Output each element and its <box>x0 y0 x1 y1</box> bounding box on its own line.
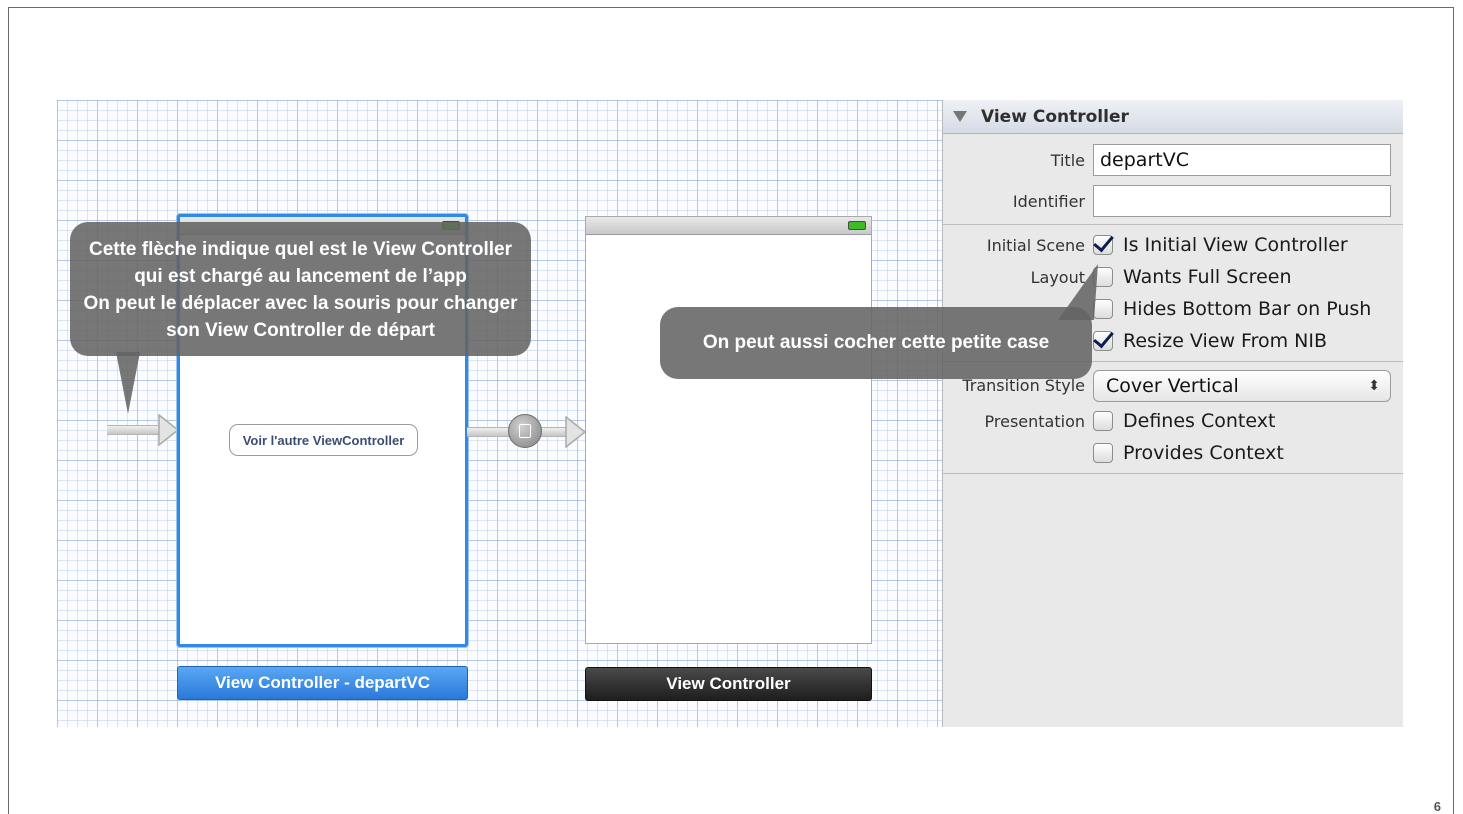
callout-tail-1 <box>116 352 140 414</box>
title-label: Title <box>1050 151 1085 170</box>
hides-bottom-bar-label[interactable]: Hides Bottom Bar on Push <box>1123 298 1371 320</box>
status-bar <box>586 217 871 235</box>
defines-context-label[interactable]: Defines Context <box>1123 410 1275 432</box>
scene-view-controller[interactable] <box>585 216 872 644</box>
presentation-label: Presentation <box>984 412 1085 431</box>
resize-from-nib-row[interactable]: Resize View From NIB <box>1093 330 1327 352</box>
resize-from-nib-label[interactable]: Resize View From NIB <box>1123 330 1327 352</box>
provides-context-label[interactable]: Provides Context <box>1123 442 1284 464</box>
is-initial-label[interactable]: Is Initial View Controller <box>1123 234 1348 256</box>
segue-icon[interactable] <box>508 414 542 448</box>
wants-full-screen-row[interactable]: Wants Full Screen <box>1093 266 1292 288</box>
provides-context-row[interactable]: Provides Context <box>1093 442 1284 464</box>
attributes-inspector: View Controller Title departVC Identifie… <box>942 100 1403 727</box>
segue-arrow-head-icon <box>565 416 587 448</box>
scene-label-departvc[interactable]: View Controller - departVC <box>177 666 468 700</box>
callout-line: qui est chargé au lancement de l’app <box>134 266 467 287</box>
disclosure-triangle-icon[interactable] <box>953 111 967 122</box>
initial-view-controller-arrow[interactable] <box>107 425 162 435</box>
provides-context-checkbox[interactable] <box>1093 443 1113 463</box>
popup-arrows-icon: ⬍ <box>1368 378 1380 394</box>
identifier-label: Identifier <box>1012 192 1085 211</box>
callout-line: son View Controller de départ <box>166 320 435 341</box>
callout-text: On peut aussi cocher cette petite case <box>702 332 1050 353</box>
transition-style-popup[interactable]: Cover Vertical ⬍ <box>1093 370 1391 402</box>
inspector-section-header[interactable]: View Controller <box>943 100 1403 134</box>
is-initial-row[interactable]: Is Initial View Controller <box>1093 234 1348 256</box>
identifier-field[interactable] <box>1093 185 1391 217</box>
inspector-header-title: View Controller <box>981 106 1129 127</box>
initial-scene-label: Initial Scene <box>986 236 1085 255</box>
title-field[interactable]: departVC <box>1093 144 1391 176</box>
voir-autre-viewcontroller-button[interactable]: Voir l'autre ViewController <box>229 424 418 456</box>
callout-checkbox: On peut aussi cocher cette petite case <box>660 307 1092 379</box>
page-number: 6 <box>1433 799 1441 814</box>
transition-style-value: Cover Vertical <box>1106 375 1239 397</box>
callout-initial-arrow: Cette flèche indique quel est le View Co… <box>70 222 531 356</box>
defines-context-checkbox[interactable] <box>1093 411 1113 431</box>
battery-icon <box>848 221 866 230</box>
callout-line: On peut le déplacer avec la souris pour … <box>83 293 518 314</box>
hides-bottom-bar-row[interactable]: Hides Bottom Bar on Push <box>1093 298 1371 320</box>
is-initial-checkbox[interactable] <box>1093 235 1113 255</box>
callout-line: Cette flèche indique quel est le View Co… <box>88 239 513 260</box>
wants-full-screen-label[interactable]: Wants Full Screen <box>1123 266 1292 288</box>
defines-context-row[interactable]: Defines Context <box>1093 410 1275 432</box>
storyboard-canvas[interactable]: Voir l'autre ViewController View Control… <box>57 100 942 727</box>
identity-section: Title departVC Identifier <box>943 134 1403 225</box>
scene-label-view-controller[interactable]: View Controller <box>585 667 872 701</box>
resize-from-nib-checkbox[interactable] <box>1093 331 1113 351</box>
